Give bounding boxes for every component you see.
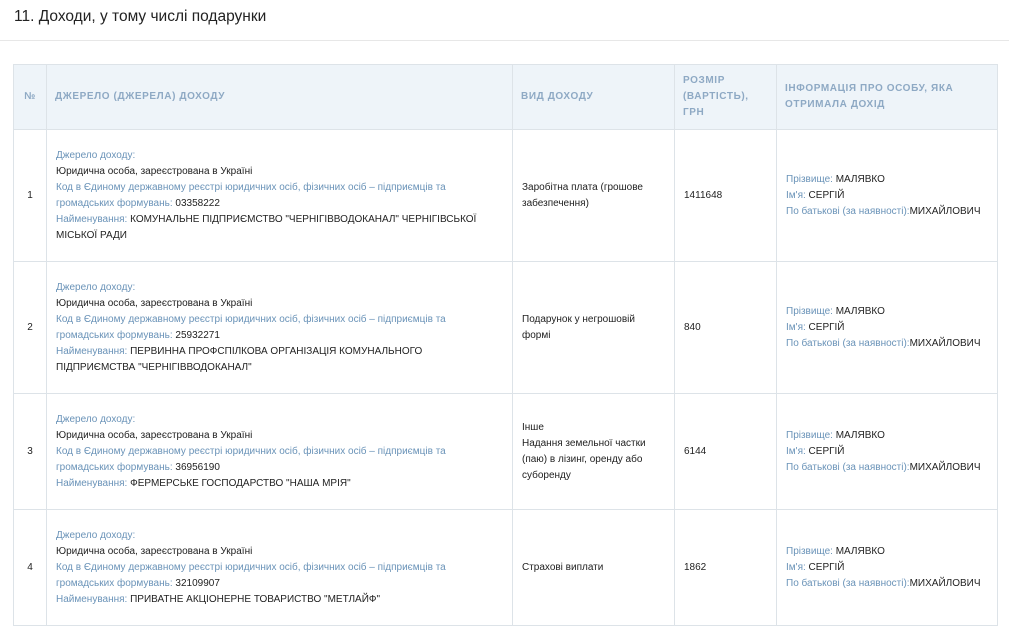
header-amount: РОЗМІР (ВАРТІСТЬ), ГРН [674, 64, 777, 130]
section-title: 11. Доходи, у тому числі подарунки [14, 8, 267, 25]
surname-label: Прізвище: [786, 429, 833, 441]
code-value: 03358222 [175, 197, 220, 209]
source-label: Джерело доходу: [56, 149, 136, 161]
firstname-label: Ім'я: [786, 561, 806, 573]
row-number: 2 [13, 261, 47, 394]
amount-cell: 6144 [674, 393, 777, 510]
source-cell: Джерело доходу: Юридична особа, зареєстр… [46, 509, 513, 626]
table-row: 2 Джерело доходу: Юридична особа, зареєс… [13, 261, 998, 394]
code-label: Код в Єдиному державному реєстрі юридичн… [56, 445, 446, 473]
firstname-value: СЕРГІЙ [808, 321, 845, 333]
income-page: 11. Доходи, у тому числі подарунки № ДЖЕ… [0, 0, 1009, 642]
amount-cell: 1862 [674, 509, 777, 626]
code-label: Код в Єдиному державному реєстрі юридичн… [56, 561, 446, 589]
patronymic-label: По батькові (за наявності): [786, 461, 910, 473]
surname-label: Прізвище: [786, 173, 833, 185]
source-type: Юридична особа, зареєстрована в Україні [56, 297, 253, 309]
person-cell: Прізвище: МАЛЯВКО Ім'я: СЕРГІЙ По батько… [776, 129, 998, 262]
source-type: Юридична особа, зареєстрована в Україні [56, 165, 253, 177]
source-label: Джерело доходу: [56, 281, 136, 293]
code-label: Код в Єдиному державному реєстрі юридичн… [56, 313, 446, 341]
code-value: 25932271 [175, 329, 220, 341]
amount-cell: 1411648 [674, 129, 777, 262]
header-num: № [13, 64, 47, 130]
header-source: ДЖЕРЕЛО (ДЖЕРЕЛА) ДОХОДУ [46, 64, 513, 130]
name-label: Найменування: [56, 477, 128, 489]
firstname-value: СЕРГІЙ [808, 561, 845, 573]
income-type-cell: Подарунок у негрошовій формі [512, 261, 675, 394]
name-label: Найменування: [56, 593, 128, 605]
surname-label: Прізвище: [786, 545, 833, 557]
table-row: 1 Джерело доходу: Юридична особа, зареєс… [13, 129, 998, 262]
income-type-cell: Страхові виплати [512, 509, 675, 626]
title-divider [0, 40, 1009, 41]
income-type: Страхові виплати [522, 561, 604, 573]
income-type: Інше [522, 421, 544, 433]
name-value: ФЕРМЕРСЬКЕ ГОСПОДАРСТВО "НАША МРІЯ" [130, 477, 351, 489]
patronymic-label: По батькові (за наявності): [786, 577, 910, 589]
income-type-cell: Заробітна плата (грошове забезпечення) [512, 129, 675, 262]
surname-value: МАЛЯВКО [835, 173, 885, 185]
source-label: Джерело доходу: [56, 413, 136, 425]
income-table: № ДЖЕРЕЛО (ДЖЕРЕЛА) ДОХОДУ ВИД ДОХОДУ РО… [13, 64, 998, 626]
income-type: Заробітна плата (грошове забезпечення) [522, 181, 643, 209]
header-type: ВИД ДОХОДУ [512, 64, 675, 130]
firstname-label: Ім'я: [786, 445, 806, 457]
source-label: Джерело доходу: [56, 529, 136, 541]
firstname-label: Ім'я: [786, 321, 806, 333]
surname-value: МАЛЯВКО [835, 545, 885, 557]
code-label: Код в Єдиному державному реєстрі юридичн… [56, 181, 446, 209]
person-cell: Прізвище: МАЛЯВКО Ім'я: СЕРГІЙ По батько… [776, 393, 998, 510]
patronymic-value: МИХАЙЛОВИЧ [909, 337, 981, 349]
table-header-row: № ДЖЕРЕЛО (ДЖЕРЕЛА) ДОХОДУ ВИД ДОХОДУ РО… [13, 64, 998, 130]
row-number: 3 [13, 393, 47, 510]
code-value: 32109907 [175, 577, 220, 589]
row-number: 1 [13, 129, 47, 262]
surname-value: МАЛЯВКО [835, 429, 885, 441]
income-type-cell: Інше Надання земельної частки (паю) в лі… [512, 393, 675, 510]
source-cell: Джерело доходу: Юридична особа, зареєстр… [46, 129, 513, 262]
surname-label: Прізвище: [786, 305, 833, 317]
table-row: 4 Джерело доходу: Юридична особа, зареєс… [13, 509, 998, 626]
surname-value: МАЛЯВКО [835, 305, 885, 317]
source-cell: Джерело доходу: Юридична особа, зареєстр… [46, 261, 513, 394]
income-type: Подарунок у негрошовій формі [522, 313, 635, 341]
name-label: Найменування: [56, 213, 128, 225]
name-value: ПРИВАТНЕ АКЦІОНЕРНЕ ТОВАРИСТВО "МЕТЛАЙФ" [130, 593, 381, 605]
income-type-detail: Надання земельної частки (паю) в лізинг,… [522, 437, 646, 481]
header-person: ІНФОРМАЦІЯ ПРО ОСОБУ, ЯКА ОТРИМАЛА ДОХІД [776, 64, 998, 130]
source-type: Юридична особа, зареєстрована в Україні [56, 545, 253, 557]
amount-cell: 840 [674, 261, 777, 394]
person-cell: Прізвище: МАЛЯВКО Ім'я: СЕРГІЙ По батько… [776, 509, 998, 626]
patronymic-value: МИХАЙЛОВИЧ [909, 461, 981, 473]
firstname-value: СЕРГІЙ [808, 445, 845, 457]
source-type: Юридична особа, зареєстрована в Україні [56, 429, 253, 441]
code-value: 36956190 [175, 461, 220, 473]
firstname-value: СЕРГІЙ [808, 189, 845, 201]
patronymic-value: МИХАЙЛОВИЧ [909, 577, 981, 589]
patronymic-label: По батькові (за наявності): [786, 337, 910, 349]
name-label: Найменування: [56, 345, 128, 357]
table-row: 3 Джерело доходу: Юридична особа, зареєс… [13, 393, 998, 510]
person-cell: Прізвище: МАЛЯВКО Ім'я: СЕРГІЙ По батько… [776, 261, 998, 394]
firstname-label: Ім'я: [786, 189, 806, 201]
row-number: 4 [13, 509, 47, 626]
source-cell: Джерело доходу: Юридична особа, зареєстр… [46, 393, 513, 510]
patronymic-label: По батькові (за наявності): [786, 205, 910, 217]
patronymic-value: МИХАЙЛОВИЧ [909, 205, 981, 217]
